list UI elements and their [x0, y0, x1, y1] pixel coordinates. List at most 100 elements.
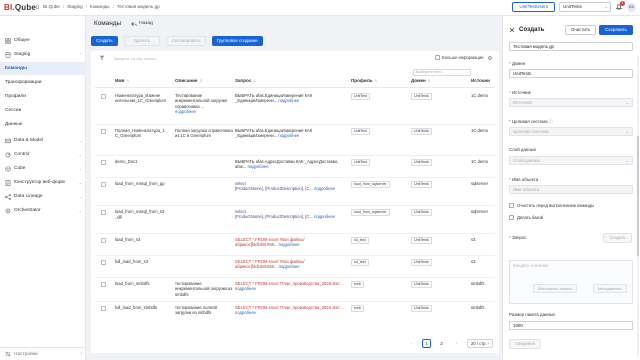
row-profile-tag: load_from_sqlserver	[351, 209, 390, 216]
details-button[interactable]: Сведения	[509, 339, 542, 349]
clone-button[interactable]: Склонировать	[165, 36, 206, 46]
clear-button[interactable]: Очистить	[565, 25, 597, 35]
domain-field[interactable]: UnitTests	[509, 69, 633, 78]
gear-icon[interactable]	[487, 55, 493, 61]
sidebar-item-commands[interactable]: Команды	[0, 62, 86, 75]
data-layer-select[interactable]: Слой данных ⌄	[509, 156, 633, 165]
next-page-button[interactable]: ›	[452, 339, 461, 348]
row-query-more-link[interactable]: подробнее	[278, 133, 299, 138]
table-row[interactable]: Номенклатура_Измене нительная_1C_Greenpl…	[95, 90, 495, 125]
back-button[interactable]: Назад	[131, 21, 153, 27]
page-1-button[interactable]: 1	[422, 339, 431, 348]
page-2-button[interactable]: 2	[437, 339, 446, 348]
column-filter-select[interactable]: Выберите пото...	[413, 69, 471, 76]
table-row[interactable]: load_from_mssql_from_gp select [ProductN…	[95, 178, 495, 206]
row-query-more-link[interactable]: подробнее	[235, 310, 256, 315]
sidebar-item-orchestrator[interactable]: Orchestrator ⌄	[0, 204, 86, 217]
chevron-left-icon[interactable]: ‹	[80, 351, 82, 357]
row-checkbox[interactable]	[101, 210, 106, 215]
clear-before-run-checkbox[interactable]	[509, 203, 514, 208]
breadcrumb-item[interactable]: BI.Qube	[43, 4, 60, 9]
domain-select[interactable]: UnitTests ⌄	[559, 2, 611, 12]
sidebar-item-transformations[interactable]: Трансформации	[0, 76, 86, 89]
model-field[interactable]: Тестовая модель gp	[509, 42, 633, 51]
more-info-toggle[interactable]: Больше информации	[435, 55, 484, 60]
row-checkbox[interactable]	[101, 94, 106, 99]
sidebar-item-sessions[interactable]: Сессии	[0, 104, 86, 117]
create-button[interactable]: Создать	[91, 36, 118, 46]
sidebar-item-data[interactable]: Данные	[0, 118, 86, 131]
sidebar-item-profiles[interactable]: Профили	[0, 90, 86, 103]
table-row[interactable]: load_from_mssql_from_s3 _gp select [Prod…	[95, 206, 495, 234]
row-checkbox[interactable]	[101, 282, 106, 287]
column-header-domain[interactable]: Домен ⇅	[411, 78, 431, 83]
row-checkbox[interactable]	[101, 182, 106, 187]
row-query-more-link[interactable]: подробнее	[314, 186, 335, 191]
avatar[interactable]: CC	[627, 2, 636, 12]
row-profile-tag: s3_test	[351, 237, 369, 244]
table-row[interactable]: load_from_s3 SELECT * FROM excel 'Мои фа…	[95, 234, 495, 256]
more-info-checkbox[interactable]	[435, 55, 440, 60]
batch-size-field[interactable]: 1000	[509, 321, 633, 330]
sidebar-settings[interactable]: Настройки ‹	[0, 347, 86, 360]
column-header-source[interactable]: Источни	[471, 78, 490, 83]
table-row[interactable]: Полная_Номенклатура_1 C_Greenplum Полная…	[95, 125, 495, 156]
panel-scrollbar-thumb[interactable]	[637, 136, 639, 256]
row-query-more-link[interactable]: подробнее	[314, 214, 335, 219]
close-icon[interactable]	[509, 27, 515, 33]
table-row[interactable]: load_from_smbdfs тестирование инкремента…	[95, 278, 495, 302]
row-checkbox[interactable]	[101, 160, 106, 165]
row-query-more-link[interactable]: подробнее	[248, 164, 269, 169]
column-header-query[interactable]: Запрос ⇅	[235, 78, 256, 83]
sidebar-item-form-builder[interactable]: Конструктор веб-форм ⌄	[0, 176, 86, 189]
table-row[interactable]: full_load_from_s3 SELECT * FROM excel 'М…	[95, 256, 495, 278]
query-create-button[interactable]: Создать	[603, 233, 632, 243]
home-icon[interactable]	[35, 4, 40, 9]
sidebar-item-data-lineage[interactable]: Data Lineage ⌄	[0, 190, 86, 203]
row-query-more-link[interactable]: подробнее	[235, 286, 256, 291]
chevron-down-icon: ⌄	[78, 208, 82, 213]
notification-badge: 1	[620, 1, 625, 6]
make-view-checkbox[interactable]	[509, 215, 514, 220]
search-input[interactable]: Введите строку поиска	[111, 54, 341, 63]
breadcrumb-item[interactable]: Команды	[90, 4, 109, 9]
main-content: Команды Назад Создать Удалить Склонирова…	[86, 16, 502, 360]
run-query-button[interactable]: Выполнить запрос	[533, 284, 578, 293]
filter-icon[interactable]	[99, 55, 105, 61]
column-header-profile[interactable]: Профиль ⇅	[351, 78, 378, 83]
row-checkbox[interactable]	[101, 129, 106, 134]
sidebar-item-data-model[interactable]: Data & Model ⌄	[0, 134, 86, 147]
row-checkbox[interactable]	[101, 306, 106, 311]
sidebar-item-control[interactable]: Control ⌄	[0, 148, 86, 161]
app-logo[interactable]: BI.Qube	[4, 3, 36, 12]
row-checkbox[interactable]	[101, 238, 106, 243]
user-button[interactable]: UnitTestUsers	[512, 2, 555, 12]
breadcrumb-item[interactable]: Staging	[67, 4, 83, 9]
column-header-description[interactable]: Описание ⇅	[175, 78, 203, 83]
metadata-button[interactable]: Метаданные	[593, 284, 627, 293]
sidebar-item-general[interactable]: Общее	[0, 34, 86, 47]
source-select[interactable]: Источник ⌄	[509, 98, 633, 107]
row-description-more-link[interactable]: подробнее	[175, 109, 196, 114]
delete-button[interactable]: Удалить	[123, 36, 160, 46]
column-header-name[interactable]: Имя ⇅	[115, 78, 129, 83]
sidebar-item-cube[interactable]: Cube ⌄	[0, 162, 86, 175]
row-query-more-link[interactable]: подробнее	[279, 264, 300, 269]
make-view-toggle[interactable]: Делать базой	[509, 215, 543, 220]
table-row[interactable]: full_load_from_smbdfs тестирование полно…	[95, 302, 495, 326]
query-editor[interactable]: Введите значение	[509, 260, 633, 304]
save-button[interactable]: Сохранить	[599, 25, 633, 35]
page-size-select[interactable]: 20 / стр. ⌄	[467, 339, 493, 348]
target-system-select[interactable]: Целевая система ⌄	[509, 127, 633, 136]
clear-before-run-toggle[interactable]: Очистить перед выполнением команды	[509, 203, 594, 208]
table-row[interactable]: demo_Doc1 ВЫБРАТЬ afas.АдресДоставки КАК…	[95, 156, 495, 178]
row-domain-tag: UnitTests	[411, 237, 432, 244]
sidebar-item-staging[interactable]: Staging ⌃	[0, 48, 86, 61]
object-name-field[interactable]: Имя объекта	[509, 185, 633, 194]
group-create-button[interactable]: Групповое создание	[211, 36, 263, 46]
row-query-more-link[interactable]: подробнее	[279, 242, 300, 247]
prev-page-button[interactable]: ‹	[407, 339, 416, 348]
row-query-more-link[interactable]: подробнее	[278, 98, 299, 103]
notification-button[interactable]: 1	[615, 1, 625, 11]
row-checkbox[interactable]	[101, 260, 106, 265]
